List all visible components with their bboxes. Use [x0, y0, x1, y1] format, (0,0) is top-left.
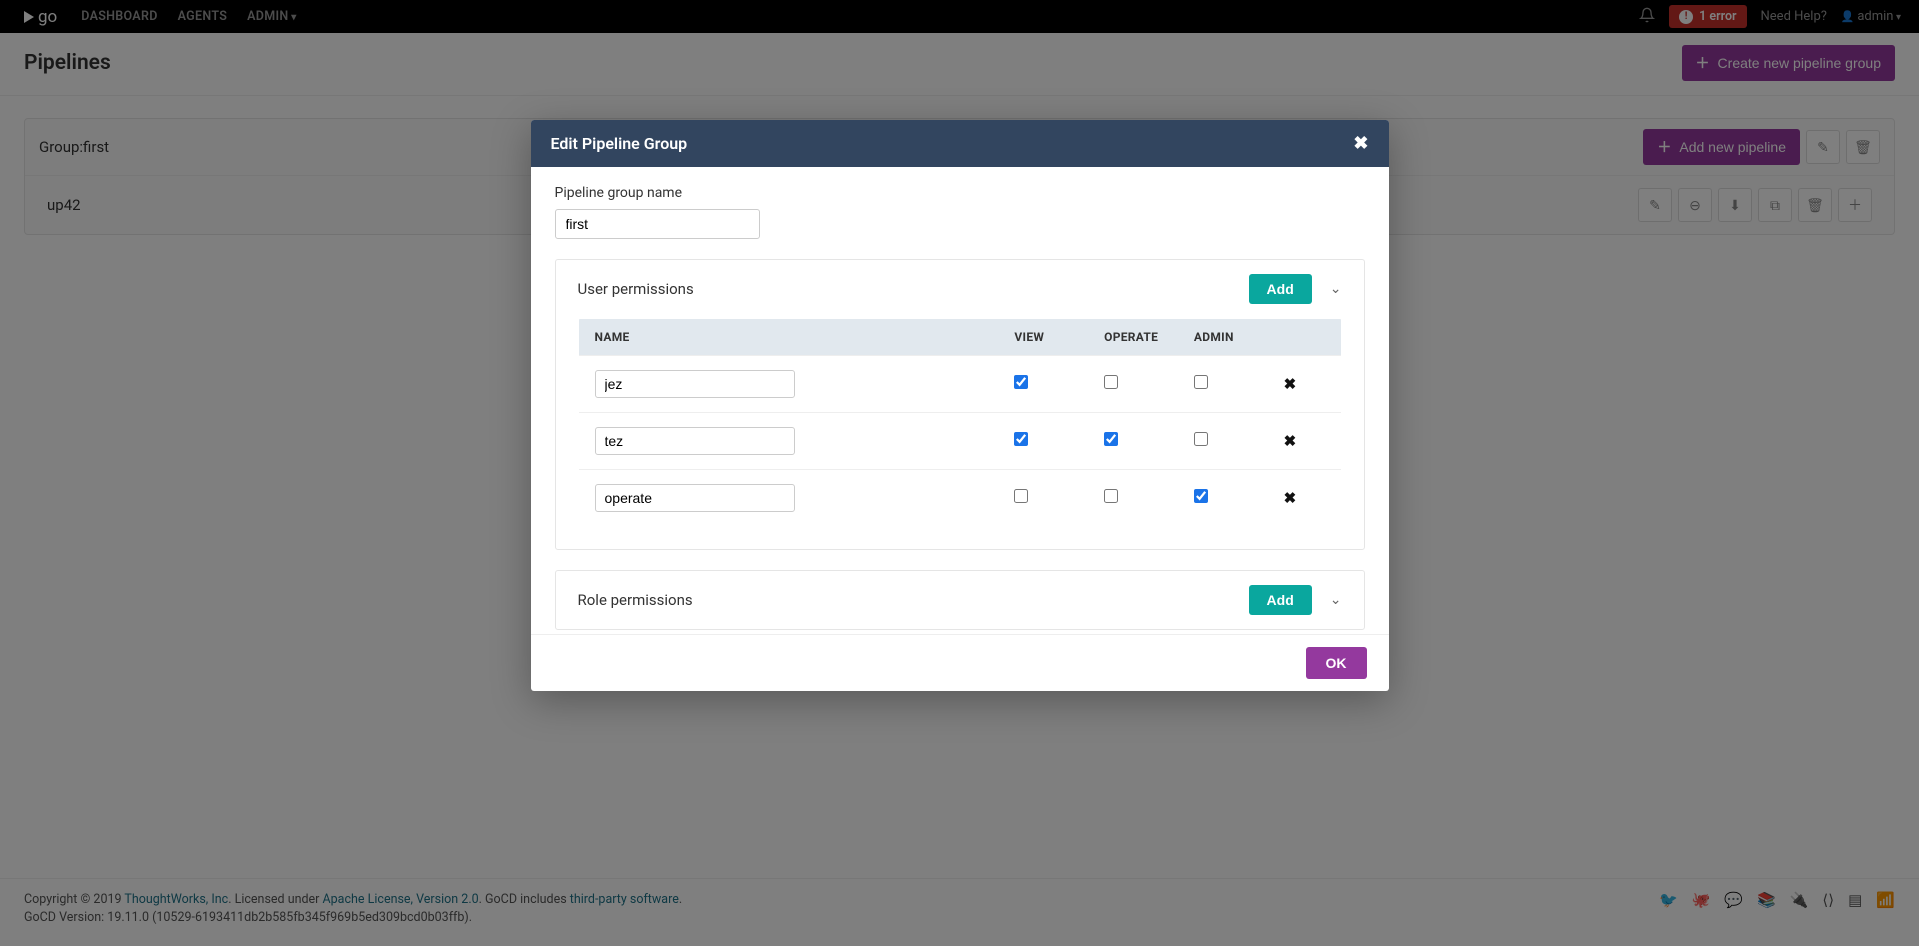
user-permissions-collapse-toggle[interactable]: ⌄: [1330, 281, 1342, 297]
role-permissions-title: Role permissions: [578, 591, 693, 609]
delete-user-row-button[interactable]: ✖: [1284, 489, 1297, 507]
group-name-label: Pipeline group name: [555, 185, 1365, 201]
col-admin-header: ADMIN: [1184, 319, 1274, 356]
user-permissions-title: User permissions: [578, 280, 694, 298]
modal-body: Pipeline group name User permissions Add…: [531, 167, 1389, 634]
user-view-checkbox[interactable]: [1014, 375, 1028, 389]
user-operate-checkbox[interactable]: [1104, 432, 1118, 446]
user-admin-checkbox[interactable]: [1194, 375, 1208, 389]
user-name-input[interactable]: [595, 370, 795, 398]
col-name-header: NAME: [578, 319, 1004, 356]
modal-title: Edit Pipeline Group: [551, 134, 688, 153]
user-permissions-body: NAME VIEW OPERATE ADMIN ✖ ✖ ✖: [556, 318, 1364, 549]
modal-header: Edit Pipeline Group ✖: [531, 120, 1389, 167]
user-view-checkbox[interactable]: [1014, 432, 1028, 446]
col-delete-header: [1274, 319, 1341, 356]
add-role-permission-button[interactable]: Add: [1249, 585, 1312, 615]
user-permissions-panel: User permissions Add ⌄ NAME VIEW OPERATE…: [555, 259, 1365, 550]
user-operate-checkbox[interactable]: [1104, 489, 1118, 503]
user-permission-row: ✖: [578, 413, 1341, 470]
user-permission-row: ✖: [578, 470, 1341, 527]
edit-pipeline-group-modal: Edit Pipeline Group ✖ Pipeline group nam…: [531, 120, 1389, 691]
user-name-input[interactable]: [595, 427, 795, 455]
user-operate-checkbox[interactable]: [1104, 375, 1118, 389]
col-operate-header: OPERATE: [1094, 319, 1184, 356]
add-user-permission-button[interactable]: Add: [1249, 274, 1312, 304]
user-name-input[interactable]: [595, 484, 795, 512]
modal-footer: OK: [531, 634, 1389, 691]
user-admin-checkbox[interactable]: [1194, 432, 1208, 446]
user-permission-row: ✖: [578, 356, 1341, 413]
ok-button[interactable]: OK: [1306, 647, 1367, 679]
modal-close-button[interactable]: ✖: [1353, 133, 1368, 154]
role-permissions-panel: Role permissions Add ⌄: [555, 570, 1365, 630]
delete-user-row-button[interactable]: ✖: [1284, 375, 1297, 393]
col-view-header: VIEW: [1004, 319, 1094, 356]
user-admin-checkbox[interactable]: [1194, 489, 1208, 503]
role-permissions-collapse-toggle[interactable]: ⌄: [1330, 592, 1342, 608]
group-name-input[interactable]: [555, 209, 760, 239]
user-view-checkbox[interactable]: [1014, 489, 1028, 503]
role-permissions-header: Role permissions Add ⌄: [556, 571, 1364, 629]
user-permissions-table: NAME VIEW OPERATE ADMIN ✖ ✖ ✖: [578, 318, 1342, 527]
delete-user-row-button[interactable]: ✖: [1284, 432, 1297, 450]
modal-overlay[interactable]: Edit Pipeline Group ✖ Pipeline group nam…: [0, 0, 1919, 946]
user-permissions-header: User permissions Add ⌄: [556, 260, 1364, 318]
